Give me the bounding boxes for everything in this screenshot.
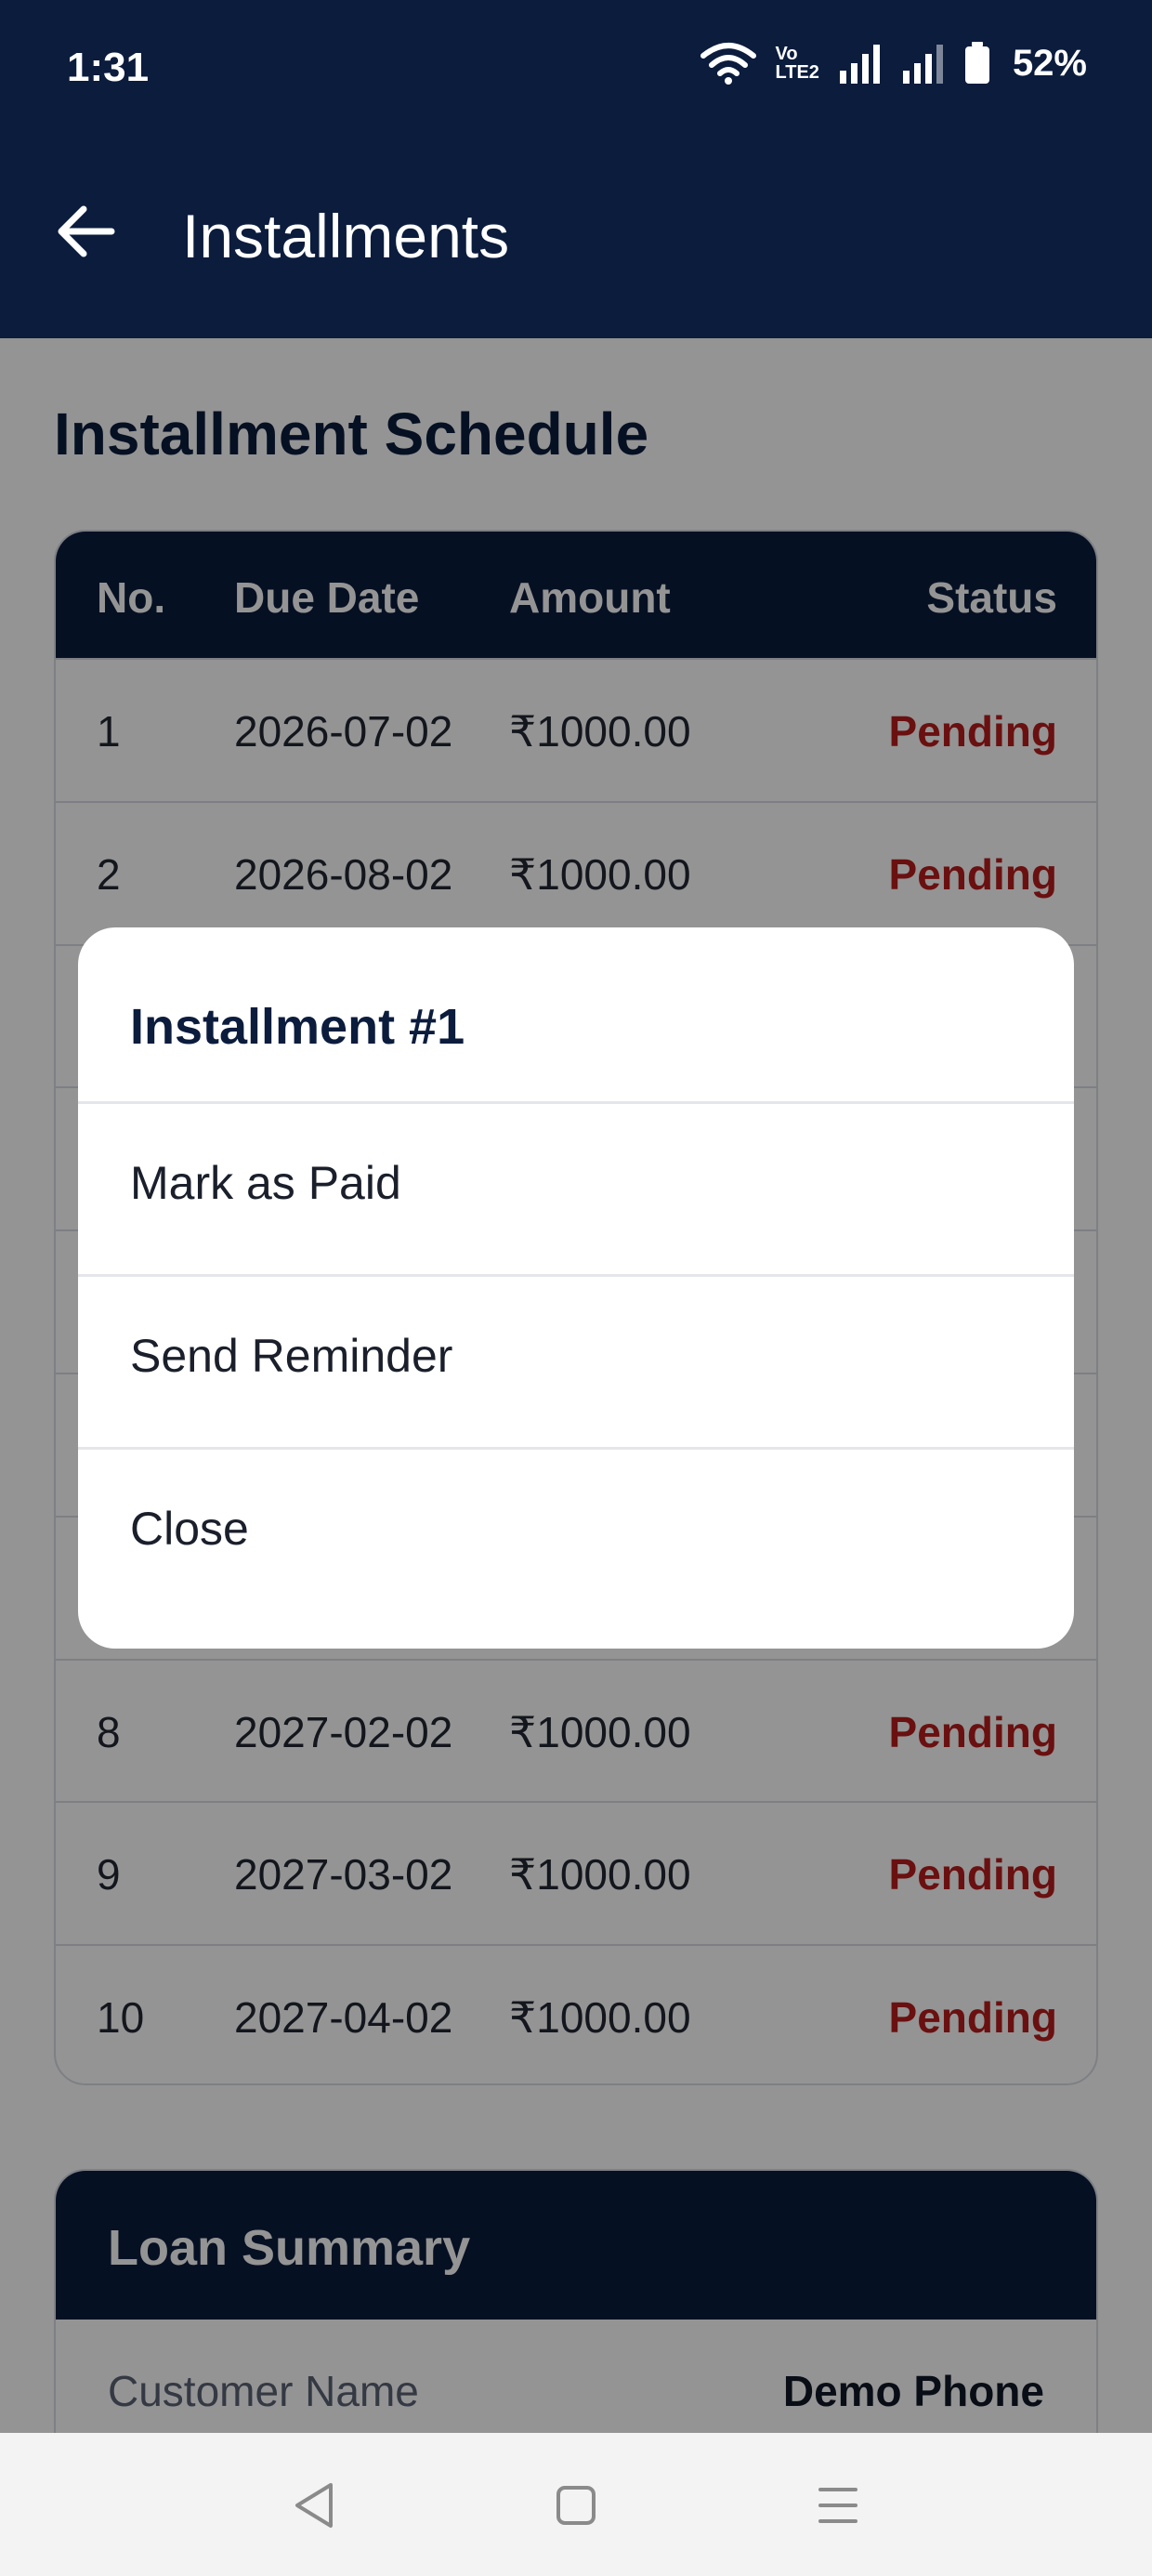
app-bar: Installments — [0, 139, 1152, 338]
battery-icon — [964, 42, 989, 84]
volte-label-bottom: LTE2 — [775, 62, 819, 83]
menu-lines-icon — [818, 2488, 857, 2523]
nav-back-button[interactable] — [277, 2468, 351, 2543]
close-button[interactable]: Close — [78, 1450, 1074, 1623]
volte-label-top: Vo — [775, 44, 798, 64]
signal-icon-sim2 — [902, 45, 943, 84]
nav-menu-button[interactable] — [801, 2468, 875, 2543]
status-icons: Vo LTE2 52% — [700, 41, 1087, 85]
mark-as-paid-label: Mark as Paid — [130, 1157, 401, 1209]
status-time: 1:31 — [67, 45, 150, 90]
square-home-icon — [556, 2486, 596, 2525]
page-title: Installments — [182, 202, 510, 270]
wifi-icon — [700, 43, 756, 85]
send-reminder-label: Send Reminder — [130, 1330, 453, 1382]
battery-percent: 52% — [1012, 42, 1087, 84]
mark-as-paid-button[interactable]: Mark as Paid — [78, 1104, 1074, 1277]
dialog-title-text: Installment #1 — [130, 999, 465, 1055]
system-nav-bar — [0, 2433, 1152, 2576]
close-label: Close — [130, 1503, 249, 1555]
triangle-back-icon — [295, 2483, 333, 2528]
send-reminder-button[interactable]: Send Reminder — [78, 1277, 1074, 1450]
signal-icon-sim1 — [839, 45, 880, 84]
arrow-left-icon — [58, 205, 115, 257]
status-bar: 1:31 Vo LTE2 52% — [0, 0, 1152, 139]
nav-home-button[interactable] — [539, 2468, 613, 2543]
back-button[interactable] — [54, 199, 119, 264]
dialog-title: Installment #1 — [78, 927, 1074, 1104]
installment-action-dialog: Installment #1 Mark as Paid Send Reminde… — [78, 927, 1074, 1649]
volte-icon: Vo LTE2 — [776, 45, 819, 82]
